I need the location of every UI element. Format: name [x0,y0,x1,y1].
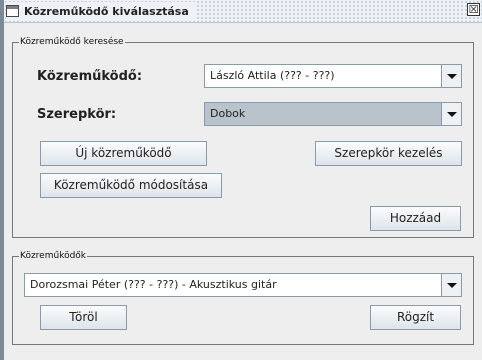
delete-button[interactable]: Töröl [40,305,127,330]
chevron-down-icon [447,283,457,288]
title-bar[interactable]: Közreműködő kiválasztása ☒ [4,0,482,23]
search-group-legend: Közreműködő keresése [19,36,125,48]
close-button[interactable]: ☒ [467,3,480,16]
contributors-group: Közreműködők Dorozsmai Péter (??? - ???)… [12,250,474,345]
contributor-combobox[interactable]: László Attila (??? - ???) [204,64,462,88]
manage-roles-button[interactable]: Szerepkör kezelés [315,141,462,166]
contributors-combobox-value: Dorozsmai Péter (??? - ???) - Akusztikus… [30,278,277,291]
contributor-dropdown-button[interactable] [441,65,461,87]
new-contributor-button[interactable]: Új közreműködő [40,141,207,166]
save-button[interactable]: Rögzít [370,305,461,330]
chevron-down-icon [447,74,457,79]
add-button[interactable]: Hozzáad [370,206,461,231]
role-label: Szerepkör: [37,107,117,122]
contributors-dropdown-button[interactable] [441,274,461,296]
window-title: Közreműködő kiválasztása [24,4,189,18]
dialog-window: Közreműködő kiválasztása ☒ Közreműködő k… [0,0,482,360]
chevron-down-icon [447,112,457,117]
contributor-label: Közreműködő: [37,69,143,84]
contributor-search-group: Közreműködő keresése Közreműködő: László… [12,36,474,238]
close-icon[interactable]: ☒ [469,3,479,16]
contributor-combobox-value: László Attila (??? - ???) [210,69,335,82]
window-icon [6,5,19,17]
contributors-group-legend: Közreműködők [19,250,88,262]
title-left: Közreműködő kiválasztása [6,2,195,20]
role-combobox[interactable]: Dobok [204,102,462,126]
role-combobox-value: Dobok [210,107,246,120]
role-dropdown-button[interactable] [441,103,461,125]
edit-contributor-button[interactable]: Közreműködő módosítása [40,173,222,198]
contributors-combobox[interactable]: Dorozsmai Péter (??? - ???) - Akusztikus… [24,273,462,297]
